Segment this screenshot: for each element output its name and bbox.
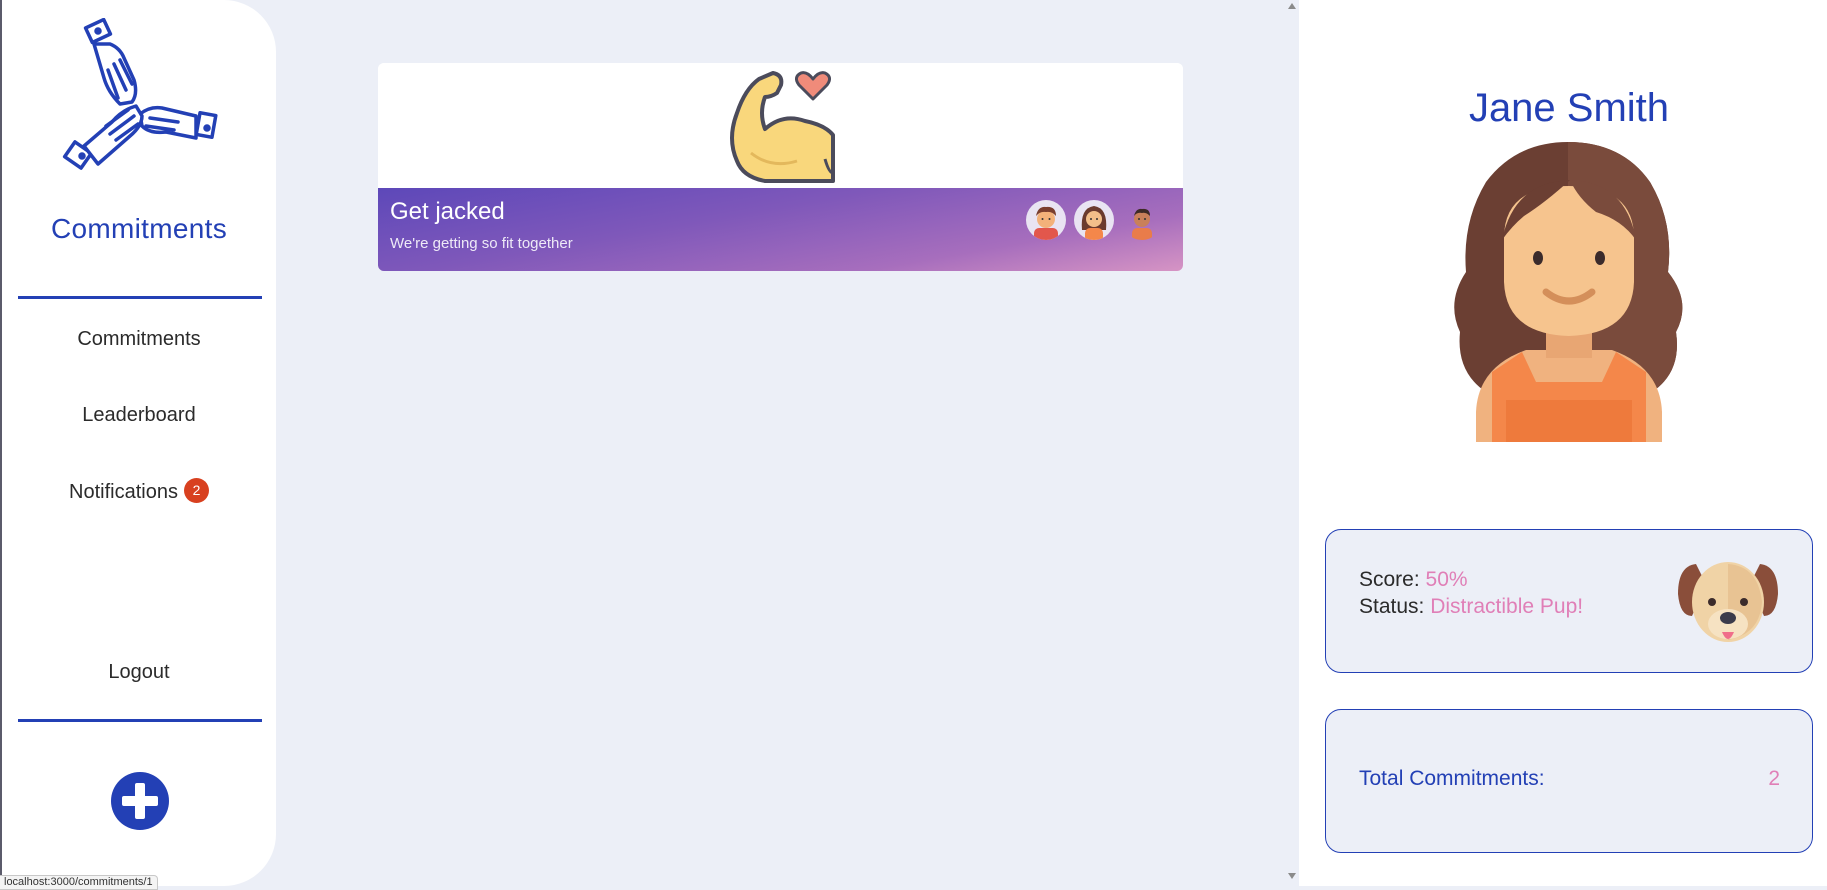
status-line: Status: Distractible Pup! [1359, 595, 1583, 619]
profile-panel: Jane Smith Score: 50% Status: Distractib… [1299, 0, 1827, 886]
total-commitments-card: Total Commitments: 2 [1325, 709, 1813, 853]
logout-button[interactable]: Logout [2, 661, 276, 684]
score-card: Score: 50% Status: Distractible Pup! [1325, 529, 1813, 673]
sidebar-divider [18, 719, 262, 722]
member-avatar [1122, 200, 1162, 240]
score-line: Score: 50% [1359, 568, 1468, 592]
scroll-up-arrow-icon[interactable] [1288, 3, 1296, 9]
score-value: 50% [1425, 568, 1468, 591]
three-hands-icon [62, 18, 218, 170]
notification-count-badge: 2 [183, 478, 209, 503]
sidebar-item-leaderboard[interactable]: Leaderboard [2, 404, 276, 427]
member-avatar [1026, 200, 1066, 240]
member-avatar [1074, 200, 1114, 240]
sidebar: Commitments Commitments Leaderboard Noti… [2, 0, 276, 886]
status-label: Status: [1359, 595, 1425, 618]
card-subtitle: We're getting so fit together [390, 235, 573, 252]
sidebar-item-label: Notifications [69, 481, 178, 503]
puppy-icon [1678, 562, 1778, 642]
card-image [378, 63, 1183, 188]
sidebar-divider [18, 296, 262, 299]
app-brand: Commitments [51, 213, 227, 244]
sidebar-item-commitments[interactable]: Commitments [2, 328, 276, 351]
user-name: Jane Smith [1468, 86, 1670, 130]
flexed-arm-heart-icon [730, 71, 835, 183]
card-info-band: Get jacked We're getting so fit together [378, 188, 1183, 271]
total-commitments-value: 2 [1768, 767, 1780, 790]
status-bar-url: localhost:3000/commitments/1 [0, 875, 158, 890]
woman-avatar [1454, 142, 1683, 442]
scroll-down-arrow-icon[interactable] [1288, 873, 1296, 879]
main-scrollbar[interactable] [1285, 0, 1299, 886]
score-label: Score: [1359, 568, 1420, 591]
add-commitment-button[interactable] [111, 772, 169, 830]
commitment-card[interactable]: Get jacked We're getting so fit together [378, 63, 1183, 271]
total-commitments-label: Total Commitments: [1359, 767, 1545, 790]
card-title: Get jacked [390, 198, 505, 225]
sidebar-item-notifications[interactable]: Notifications 2 [2, 478, 276, 504]
status-value: Distractible Pup! [1430, 595, 1584, 618]
